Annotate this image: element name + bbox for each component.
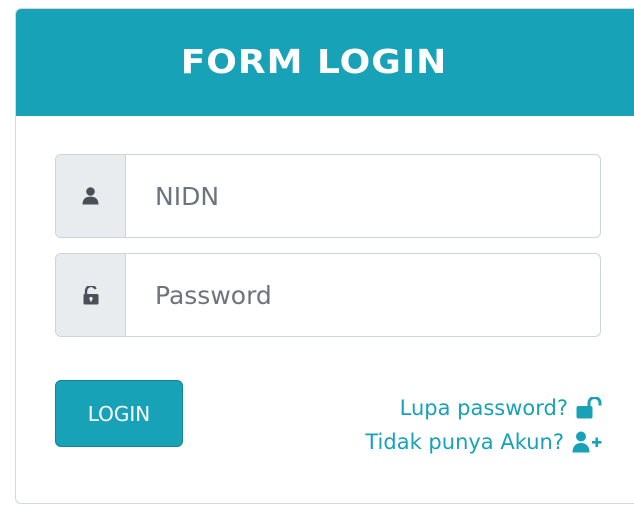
- unlock-icon: [576, 397, 602, 419]
- forgot-password-link[interactable]: Lupa password?: [365, 391, 602, 425]
- register-label: Tidak punya Akun?: [365, 430, 564, 454]
- forgot-password-label: Lupa password?: [399, 396, 568, 420]
- helper-links: Lupa password? Tidak punya Akun?: [365, 391, 602, 459]
- form-title: FORM LOGIN: [180, 43, 448, 82]
- login-button[interactable]: LOGIN: [55, 380, 183, 447]
- user-icon: [56, 155, 126, 237]
- unlock-icon: [56, 254, 126, 336]
- nidn-input-group: [55, 154, 601, 238]
- login-card: FORM LOGIN LOGIN Lupa password?: [15, 8, 634, 504]
- password-input[interactable]: [126, 254, 600, 336]
- nidn-input[interactable]: [126, 155, 600, 237]
- card-header: FORM LOGIN: [16, 9, 634, 116]
- register-link[interactable]: Tidak punya Akun?: [365, 425, 602, 459]
- password-input-group: [55, 253, 601, 337]
- user-plus-icon: [572, 431, 602, 453]
